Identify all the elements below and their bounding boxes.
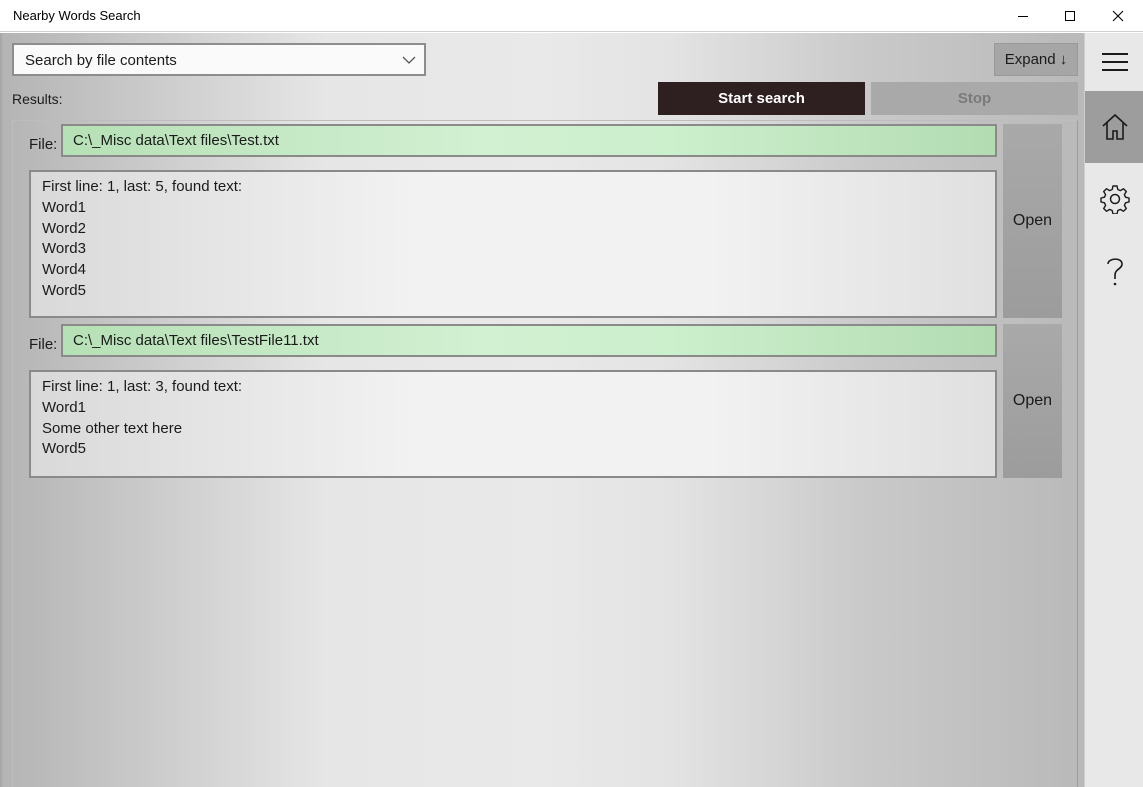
- minimize-icon: [1018, 15, 1028, 17]
- right-nav-pane: [1084, 33, 1143, 787]
- found-text-line: First line: 1, last: 3, found text:: [42, 378, 243, 395]
- nav-help[interactable]: [1085, 235, 1143, 307]
- start-search-button[interactable]: Start search: [658, 82, 865, 115]
- nav-settings[interactable]: [1085, 163, 1143, 235]
- file-path-field[interactable]: C:\_Misc data\Text files\TestFile11.txt: [61, 324, 997, 357]
- chevron-down-icon: [402, 56, 416, 64]
- search-mode-select[interactable]: Search by file contents: [12, 43, 426, 76]
- results-panel[interactable]: File: C:\_Misc data\Text files\Test.txt …: [12, 120, 1078, 787]
- search-mode-value: Search by file contents: [25, 52, 177, 69]
- file-path-field[interactable]: C:\_Misc data\Text files\Test.txt: [61, 124, 997, 157]
- found-text-box[interactable]: First line: 1, last: 3, found text: Word…: [29, 370, 997, 478]
- stop-button[interactable]: Stop: [871, 82, 1078, 115]
- maximize-icon: [1065, 10, 1075, 21]
- file-label: File:: [29, 136, 58, 153]
- open-button[interactable]: Open: [1003, 124, 1062, 318]
- maximize-button[interactable]: [1047, 0, 1093, 31]
- found-text-line: Word5: [42, 440, 86, 458]
- nav-home[interactable]: [1085, 91, 1143, 163]
- file-label: File:: [29, 336, 58, 353]
- found-text-line: Word3: [42, 240, 86, 258]
- found-text-line: Word2: [42, 219, 86, 237]
- found-text-box[interactable]: First line: 1, last: 5, found text: Word…: [29, 170, 997, 318]
- minimize-button[interactable]: [1000, 0, 1046, 31]
- title-bar: Nearby Words Search: [0, 0, 1143, 32]
- found-text-line: First line: 1, last: 5, found text:: [42, 178, 243, 195]
- results-label: Results:: [12, 91, 63, 107]
- expand-button[interactable]: Expand ↓: [994, 43, 1078, 76]
- window-title: Nearby Words Search: [13, 8, 141, 23]
- found-text-line: Word1: [42, 198, 86, 216]
- gear-icon: [1099, 185, 1130, 214]
- close-button[interactable]: [1095, 0, 1141, 31]
- home-icon: [1101, 113, 1128, 140]
- open-button[interactable]: Open: [1003, 324, 1062, 478]
- found-text-line: Word1: [42, 398, 86, 416]
- found-text-line: Word5: [42, 281, 86, 299]
- main-area: Search by file contents Expand ↓ Results…: [0, 33, 1084, 787]
- close-icon: [1112, 10, 1124, 21]
- hamburger-menu-button[interactable]: [1085, 33, 1143, 91]
- help-icon: [1106, 258, 1123, 286]
- hamburger-menu-icon: [1101, 53, 1128, 71]
- found-text-line: Word4: [42, 261, 86, 279]
- found-text-line: Some other text here: [42, 419, 183, 437]
